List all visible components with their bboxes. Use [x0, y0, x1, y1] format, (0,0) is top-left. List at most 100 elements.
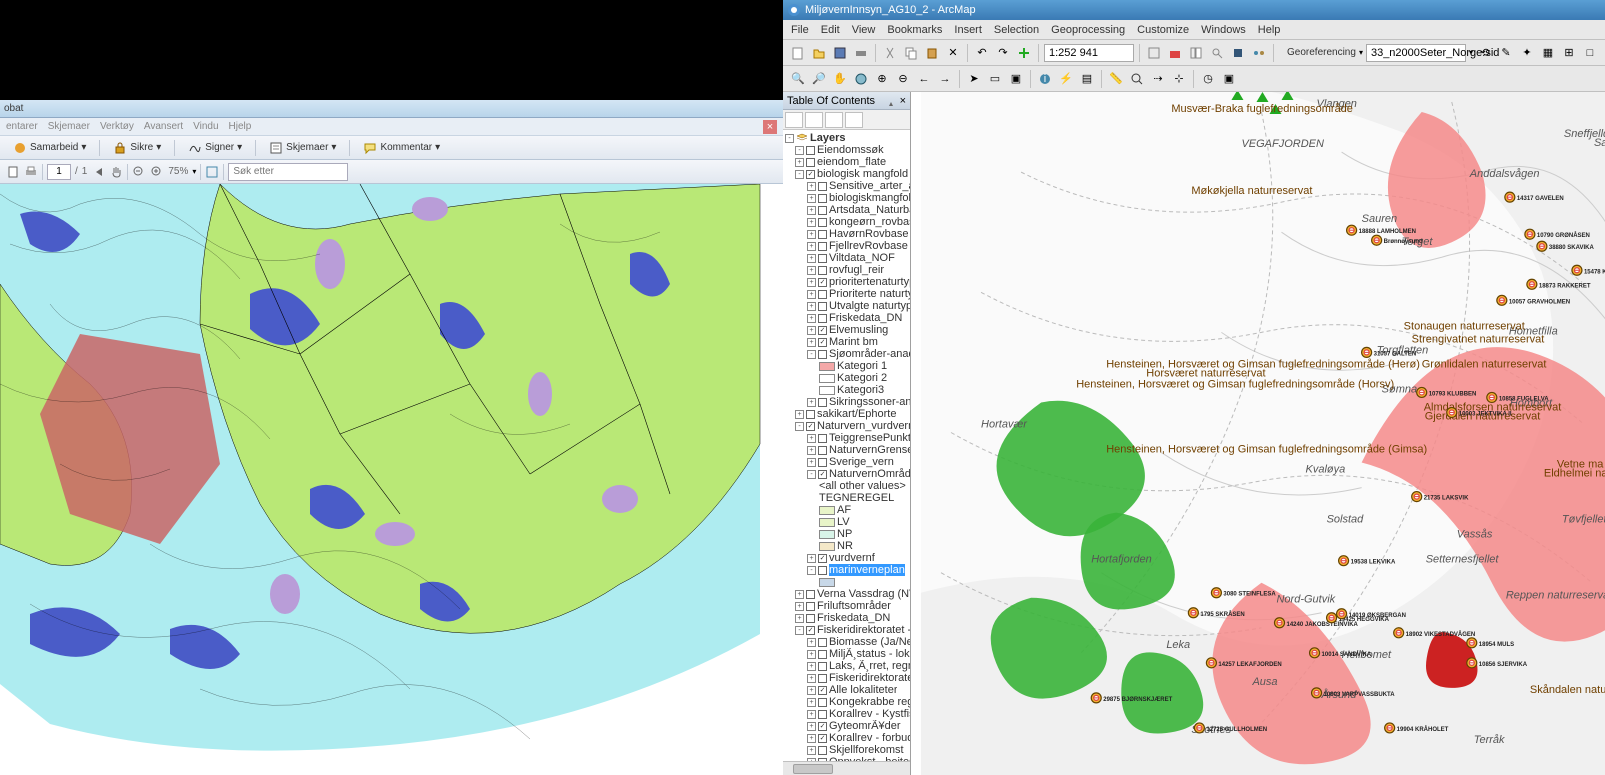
toc-layer-row[interactable]: +Fiskeridirektoratets konto	[783, 672, 910, 684]
toc-layer-row[interactable]: +Korallrev - Kystfisksreg	[783, 708, 910, 720]
editor-toolbar-icon[interactable]	[1145, 44, 1163, 62]
html-popup-icon[interactable]: ▤	[1078, 70, 1096, 88]
pin-icon[interactable]	[884, 94, 898, 108]
georef-tool-icon[interactable]: ✦	[1518, 44, 1536, 62]
expand-icon[interactable]: +	[807, 458, 816, 467]
layer-visibility-checkbox[interactable]	[818, 638, 827, 647]
layer-visibility-checkbox[interactable]	[818, 254, 827, 263]
menu-item[interactable]: Vindu	[193, 121, 218, 132]
toc-layer-row[interactable]: +prioritertenaturtyper (pun	[783, 276, 910, 288]
toc-layer-row[interactable]: -Fiskeridirektoratet - akvakult	[783, 624, 910, 636]
menu-item[interactable]: Skjemaer	[48, 121, 90, 132]
signer-button[interactable]: Signer ▾	[181, 138, 249, 158]
menu-item[interactable]: Avansert	[144, 121, 183, 132]
zoom-out-icon[interactable]: 🔎	[810, 70, 828, 88]
georef-tool-icon[interactable]: ⊞	[1560, 44, 1578, 62]
georef-tool-icon[interactable]: ✎	[1497, 44, 1515, 62]
expand-icon[interactable]: +	[807, 710, 816, 719]
layer-visibility-checkbox[interactable]	[818, 398, 827, 407]
print-icon[interactable]	[852, 44, 870, 62]
layer-visibility-checkbox[interactable]	[818, 290, 827, 299]
expand-icon[interactable]: +	[807, 398, 816, 407]
toc-layer-row[interactable]: +Artsdata_Naturbase3	[783, 204, 910, 216]
layer-visibility-checkbox[interactable]	[818, 722, 827, 731]
layer-visibility-checkbox[interactable]	[818, 314, 827, 323]
toc-layer-row[interactable]: +Sensitive_arter_artsdatab	[783, 180, 910, 192]
chevron-down-icon[interactable]: ▾	[192, 167, 196, 176]
toc-layer-row[interactable]: Kategori3	[783, 384, 910, 396]
toc-root[interactable]: - Layers	[783, 132, 910, 144]
hyperlink-icon[interactable]: ⚡	[1057, 70, 1075, 88]
expand-icon[interactable]: +	[807, 194, 816, 203]
layer-visibility-checkbox[interactable]	[818, 446, 827, 455]
add-data-icon[interactable]	[1015, 44, 1033, 62]
chevron-down-icon[interactable]: ▾	[1359, 48, 1363, 57]
expand-icon[interactable]: +	[807, 686, 816, 695]
expand-icon[interactable]: +	[807, 182, 816, 191]
copy-icon[interactable]	[902, 44, 920, 62]
toc-layer-row[interactable]: +NaturvernGrense	[783, 444, 910, 456]
layer-visibility-checkbox[interactable]	[806, 146, 815, 155]
toc-layer-row[interactable]: +Verna Vassdrag (NVE)	[783, 588, 910, 600]
layer-visibility-checkbox[interactable]	[818, 566, 827, 575]
expand-icon[interactable]: +	[807, 338, 816, 347]
toc-layer-row[interactable]: +HavørnRovbase	[783, 228, 910, 240]
save-icon[interactable]	[831, 44, 849, 62]
expand-icon[interactable]: +	[795, 410, 804, 419]
toc-layer-row[interactable]: +kongeørn_rovbase	[783, 216, 910, 228]
toc-layer-row[interactable]: NP	[783, 528, 910, 540]
layer-visibility-checkbox[interactable]	[806, 602, 815, 611]
toc-layer-row[interactable]: -Naturvern_vurdvern	[783, 420, 910, 432]
expand-icon[interactable]: +	[807, 314, 816, 323]
expand-icon[interactable]: +	[807, 662, 816, 671]
create-viewer-icon[interactable]: ▣	[1220, 70, 1238, 88]
toc-layer-row[interactable]: +GyteomrÃ¥der	[783, 720, 910, 732]
identify-icon[interactable]: i	[1036, 70, 1054, 88]
toc-layer-row[interactable]: +Skjellforekomst	[783, 744, 910, 756]
python-icon[interactable]	[1229, 44, 1247, 62]
georef-tool-icon[interactable]: ⟲	[1476, 44, 1494, 62]
time-slider-icon[interactable]: ◷	[1199, 70, 1217, 88]
menu-help[interactable]: Help	[1258, 24, 1281, 36]
expand-icon[interactable]: -	[807, 566, 816, 575]
expand-icon[interactable]: +	[807, 230, 816, 239]
expand-icon[interactable]: +	[795, 158, 804, 167]
toc-horizontal-scrollbar[interactable]	[783, 761, 910, 775]
next-extent-icon[interactable]: →	[936, 70, 954, 88]
layer-visibility-checkbox[interactable]	[818, 746, 827, 755]
georef-layer-combo[interactable]: 33_n2000Seter_Norge.sid	[1366, 44, 1466, 62]
layer-visibility-checkbox[interactable]	[818, 278, 827, 287]
zoom-in-icon[interactable]: 🔍	[789, 70, 807, 88]
expand-icon[interactable]: +	[807, 326, 816, 335]
toc-layer-row[interactable]: Kategori 1	[783, 360, 910, 372]
go-to-xy-icon[interactable]: ⊹	[1170, 70, 1188, 88]
layer-visibility-checkbox[interactable]	[818, 554, 827, 563]
pan-icon[interactable]: ✋	[831, 70, 849, 88]
expand-icon[interactable]: +	[807, 446, 816, 455]
layer-visibility-checkbox[interactable]	[818, 218, 827, 227]
expand-icon[interactable]: -	[795, 146, 804, 155]
toc-layer-row[interactable]: -Sjøområder-anadrom fis	[783, 348, 910, 360]
menu-view[interactable]: View	[852, 24, 876, 36]
list-by-source-icon[interactable]	[805, 112, 823, 128]
select-features-icon[interactable]: ▣	[1007, 70, 1025, 88]
expand-icon[interactable]: +	[807, 278, 816, 287]
layer-visibility-checkbox[interactable]	[818, 674, 827, 683]
delete-icon[interactable]: ✕	[944, 44, 962, 62]
zoom-out-icon[interactable]	[132, 165, 146, 179]
toc-layer-row[interactable]: +Laks, Ã¸rret, regnbueÃ¸rre	[783, 660, 910, 672]
toc-titlebar[interactable]: Table Of Contents ×	[783, 92, 910, 110]
close-icon[interactable]: ×	[763, 120, 777, 134]
layer-visibility-checkbox[interactable]	[818, 338, 827, 347]
catalog-icon[interactable]	[1187, 44, 1205, 62]
toc-layer-row[interactable]: +Alle lokaliteter	[783, 684, 910, 696]
fixed-zoom-in-icon[interactable]: ⊕	[873, 70, 891, 88]
toc-layer-row[interactable]: +Utvalgte naturtyper	[783, 300, 910, 312]
layer-visibility-checkbox[interactable]	[818, 206, 827, 215]
expand-icon[interactable]: +	[807, 734, 816, 743]
toc-tree[interactable]: - Layers -Eiendomssøk+eiendom_flate-biol…	[783, 130, 910, 761]
expand-icon[interactable]: +	[795, 590, 804, 599]
layer-visibility-checkbox[interactable]	[818, 350, 827, 359]
layer-visibility-checkbox[interactable]	[806, 158, 815, 167]
layer-visibility-checkbox[interactable]	[818, 326, 827, 335]
